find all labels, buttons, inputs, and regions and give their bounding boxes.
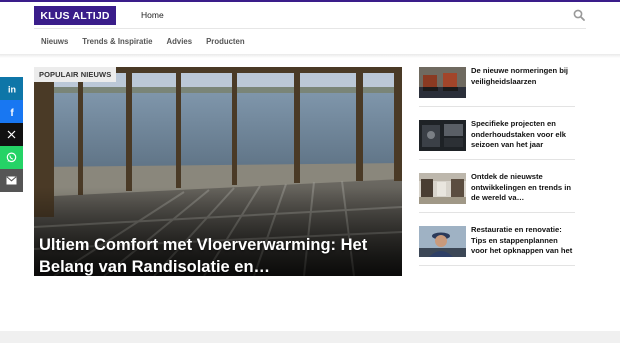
nav-shadow	[0, 54, 620, 58]
divider	[419, 106, 575, 107]
footer-band	[0, 331, 620, 343]
main-nav: Nieuws Trends & Inspiratie Advies Produc…	[41, 37, 259, 46]
nav-item-trends-inspiratie[interactable]: Trends & Inspiratie	[82, 37, 152, 46]
linkedin-icon: in	[8, 84, 16, 94]
nav-item-producten[interactable]: Producten	[206, 37, 245, 46]
nav-item-advies[interactable]: Advies	[167, 37, 193, 46]
share-mail-button[interactable]	[0, 169, 23, 192]
whatsapp-icon	[6, 152, 17, 163]
article-thumbnail	[419, 120, 466, 151]
svg-text:f: f	[10, 108, 14, 117]
article-title[interactable]: Restauratie en renovatie: Tips en stappe…	[471, 225, 575, 257]
search-icon[interactable]	[573, 9, 585, 21]
share-whatsapp-button[interactable]	[0, 146, 23, 169]
divider	[419, 265, 575, 266]
list-item[interactable]: De nieuwe normeringen bij veiligheidslaa…	[419, 66, 575, 120]
divider	[419, 212, 575, 213]
article-title[interactable]: De nieuwe normeringen bij veiligheidslaa…	[471, 66, 575, 87]
hero-category-badge[interactable]: POPULAIR NIEUWS	[34, 67, 117, 82]
article-thumbnail	[419, 67, 466, 98]
header-divider	[34, 28, 586, 29]
svg-text:in: in	[8, 84, 16, 94]
divider	[419, 159, 575, 160]
mail-icon	[6, 176, 17, 185]
top-accent-line	[0, 0, 620, 2]
sidebar-articles: De nieuwe normeringen bij veiligheidslaa…	[419, 66, 575, 279]
article-title[interactable]: Specifieke projecten en onderhoudstaken …	[471, 119, 575, 151]
facebook-icon: f	[10, 108, 14, 117]
x-icon	[7, 130, 16, 139]
list-item[interactable]: Specifieke projecten en onderhoudstaken …	[419, 119, 575, 173]
nav-item-nieuws[interactable]: Nieuws	[41, 37, 68, 46]
nav-home-link[interactable]: Home	[141, 10, 164, 20]
article-title[interactable]: Ontdek de nieuwste ontwikkelingen en tre…	[471, 172, 575, 204]
article-thumbnail	[419, 226, 466, 257]
share-bar: in f	[0, 77, 23, 192]
site-logo[interactable]: KLUS ALTIJD	[34, 6, 116, 25]
article-thumbnail	[419, 173, 466, 204]
list-item[interactable]: Ontdek de nieuwste ontwikkelingen en tre…	[419, 172, 575, 226]
list-item[interactable]: Restauratie en renovatie: Tips en stappe…	[419, 225, 575, 279]
share-x-button[interactable]	[0, 123, 23, 146]
share-facebook-button[interactable]: f	[0, 100, 23, 123]
share-linkedin-button[interactable]: in	[0, 77, 23, 100]
hero-title[interactable]: Ultiem Comfort met Vloerverwarming: Het …	[39, 234, 399, 276]
hero-article[interactable]: POPULAIR NIEUWS Ultiem Comfort met Vloer…	[34, 67, 402, 276]
